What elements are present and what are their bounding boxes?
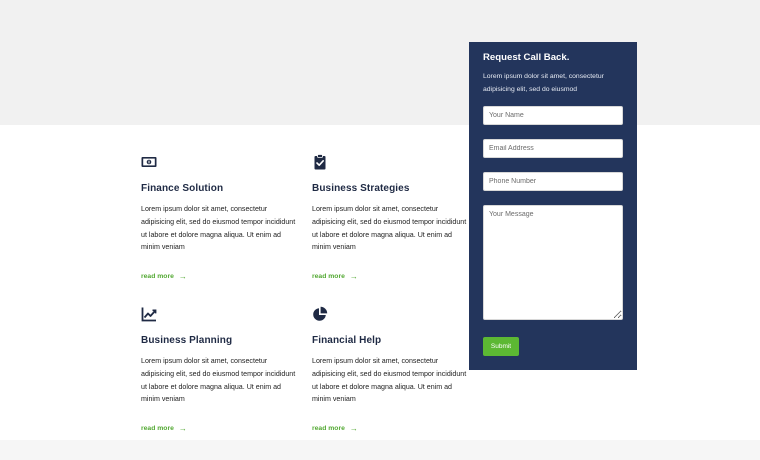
service-business-strategies: Business Strategies Lorem ipsum dolor si… [312,154,472,283]
submit-button[interactable]: Submit [483,337,519,356]
phone-input[interactable] [483,172,623,191]
footer-background [0,440,760,460]
read-more-link[interactable]: read more → [141,271,187,281]
service-description: Lorem ipsum dolor sit amet, consectetur … [141,205,296,252]
chart-line-icon [141,307,157,322]
service-title: Business Strategies [312,183,410,194]
callback-description: Lorem ipsum dolor sit amet, consectetur … [483,73,604,93]
clipboard-check-icon [314,154,326,170]
request-callback-form: Request Call Back. Lorem ipsum dolor sit… [469,42,637,370]
service-title: Business Planning [141,335,233,346]
message-textarea[interactable] [483,205,623,320]
service-description: Lorem ipsum dolor sit amet, consectetur … [312,357,467,404]
money-bill-icon [141,157,157,167]
service-description: Lorem ipsum dolor sit amet, consectetur … [312,205,467,252]
service-business-planning: Business Planning Lorem ipsum dolor sit … [141,306,301,435]
service-finance-solution: Finance Solution Lorem ipsum dolor sit a… [141,154,301,283]
read-more-link[interactable]: read more → [312,271,358,281]
email-input[interactable] [483,139,623,158]
read-more-link[interactable]: read more → [141,423,187,433]
callback-title: Request Call Back. [483,52,570,63]
service-title: Finance Solution [141,183,224,194]
service-financial-help: Financial Help Lorem ipsum dolor sit ame… [312,306,472,435]
arrow-right-icon: → [178,423,187,433]
pie-chart-icon [313,306,328,321]
name-input[interactable] [483,106,623,125]
arrow-right-icon: → [349,423,358,433]
arrow-right-icon: → [178,271,187,281]
hero-background [0,0,760,125]
arrow-right-icon: → [349,271,358,281]
service-title: Financial Help [312,335,382,346]
service-description: Lorem ipsum dolor sit amet, consectetur … [141,357,296,404]
read-more-link[interactable]: read more → [312,423,358,433]
